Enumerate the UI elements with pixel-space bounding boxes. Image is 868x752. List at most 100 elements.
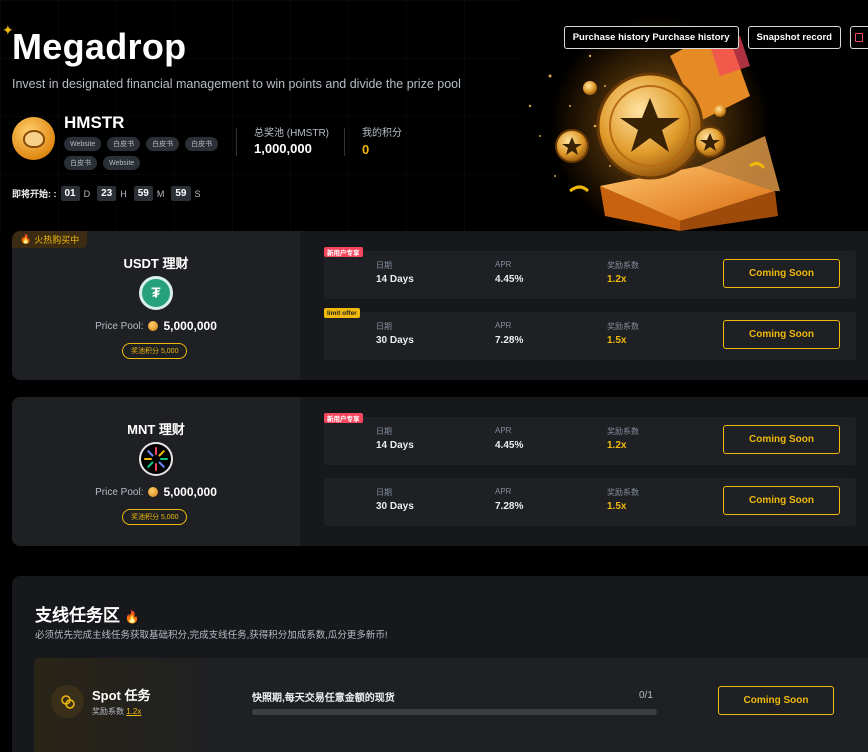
- countdown-minutes: 59: [133, 186, 153, 201]
- website-link[interactable]: Website: [64, 137, 102, 151]
- apr-value: 7.28%: [495, 335, 524, 346]
- token-name: HMSTR: [64, 113, 125, 132]
- limit-offer-ribbon: limit offer: [324, 308, 360, 318]
- page-title: Megadrop: [12, 26, 187, 67]
- multiplier-label: 奖励系数: [607, 322, 639, 331]
- apr-label: APR: [495, 321, 512, 330]
- header-actions: Purchase history Purchase history Snapsh…: [563, 26, 868, 49]
- date-value: 14 Days: [376, 440, 414, 451]
- date-label: 日期: [376, 488, 392, 497]
- multiplier-value: 1.2x: [607, 440, 627, 451]
- task-multiplier: 奖励系数 1.2x: [92, 706, 141, 717]
- whitepaper-link[interactable]: 白皮书: [107, 137, 141, 151]
- my-points-value: 0: [362, 142, 370, 157]
- new-user-ribbon: 新用户专享: [324, 413, 363, 423]
- date-label: 日期: [376, 322, 392, 331]
- hero-banner: ✦ Megadrop Invest in designated financia…: [0, 0, 868, 232]
- task-multiplier-value: 1.2x: [126, 707, 142, 716]
- date-label: 日期: [376, 261, 392, 270]
- date-label: 日期: [376, 427, 392, 436]
- countdown: 即将开始: : 01 D 23 H 59 M 59 S: [12, 186, 204, 201]
- divider: [344, 128, 345, 156]
- pool-title: MNT 理财: [127, 422, 185, 437]
- whitepaper-link[interactable]: 白皮书: [185, 137, 219, 151]
- coming-soon-button[interactable]: Coming Soon: [723, 259, 840, 288]
- my-points-label: 我的积分: [362, 128, 402, 139]
- whitepaper-link[interactable]: 白皮书: [146, 137, 180, 151]
- section-title: 支线任务区 🔥: [35, 601, 140, 626]
- coming-soon-button[interactable]: Coming Soon: [718, 686, 834, 715]
- apr-label: APR: [495, 426, 512, 435]
- pool-points-pill: 奖池积分 5,000: [122, 343, 188, 359]
- pool-card-mnt: MNT 理财 Price Pool: 5,000,000 奖池积分 5,000 …: [12, 397, 868, 546]
- whitepaper-link[interactable]: 白皮书: [64, 156, 97, 170]
- price-pool-label: Price Pool:: [95, 486, 144, 498]
- usdt-coin-icon: ₮: [139, 276, 173, 310]
- task-card-spot: Spot 任务 奖励系数 1.2x 快照期,每天交易任意金额的现货 0/1 Co…: [34, 658, 868, 752]
- price-pool: Price Pool: 5,000,000: [12, 485, 300, 499]
- date-value: 30 Days: [376, 501, 414, 512]
- apr-value: 7.28%: [495, 501, 524, 512]
- hot-sale-label: 火热购买中: [34, 235, 80, 245]
- snapshot-record-button[interactable]: Snapshot record: [747, 26, 841, 49]
- section-title-text: 支线任务区: [35, 606, 120, 625]
- task-progress-bar: [252, 709, 657, 715]
- task-progress-text: 0/1: [639, 690, 653, 701]
- spot-task-icon: [51, 685, 84, 718]
- hmstr-coin-icon: [148, 321, 159, 331]
- multiplier-value: 1.5x: [607, 501, 627, 512]
- product-row: limit offer 日期 30 Days APR 7.28% 奖励系数 1.…: [324, 308, 856, 360]
- hmstr-coin-icon: [148, 487, 159, 497]
- countdown-seconds: 59: [171, 186, 191, 201]
- side-task-section: 支线任务区 🔥 必须优先完成主线任务获取基础积分,完成支线任务,获得积分加成系数…: [12, 576, 868, 752]
- apr-label: APR: [495, 487, 512, 496]
- more-button[interactable]: [850, 26, 868, 49]
- hamster-icon: [22, 129, 45, 148]
- apr-label: APR: [495, 260, 512, 269]
- task-name: Spot 任务: [92, 688, 151, 703]
- countdown-seconds-unit: S: [194, 188, 201, 199]
- hot-sale-tag: 🔥 火热购买中: [12, 231, 88, 248]
- multiplier-value: 1.2x: [607, 274, 627, 285]
- token-links: Website 白皮书 白皮书 白皮书 白皮书 Website: [64, 137, 234, 170]
- document-icon: [855, 33, 863, 42]
- task-description: 快照期,每天交易任意金额的现货: [252, 693, 395, 704]
- coming-soon-button[interactable]: Coming Soon: [723, 425, 840, 454]
- product-row: 日期 30 Days APR 7.28% 奖励系数 1.5x Coming So…: [324, 478, 856, 526]
- product-row: 新用户专享 日期 14 Days APR 4.45% 奖励系数 1.2x Com…: [324, 247, 856, 299]
- apr-value: 4.45%: [495, 274, 524, 285]
- pool-summary: MNT 理财 Price Pool: 5,000,000 奖池积分 5,000: [12, 397, 300, 546]
- fire-icon: 🔥: [124, 610, 140, 624]
- price-pool-value: 5,000,000: [163, 319, 217, 333]
- countdown-days-unit: D: [83, 188, 91, 199]
- pool-summary: 🔥 火热购买中 USDT 理财 ₮ Price Pool: 5,000,000 奖…: [12, 231, 300, 380]
- prize-pool-label: 总奖池 (HMSTR): [254, 128, 329, 139]
- multiplier-label: 奖励系数: [607, 261, 639, 270]
- divider: [236, 128, 237, 156]
- multiplier-value: 1.5x: [607, 335, 627, 346]
- date-value: 14 Days: [376, 274, 414, 285]
- countdown-days: 01: [60, 186, 80, 201]
- page-subtitle: Invest in designated financial managemen…: [12, 77, 461, 91]
- task-multiplier-label: 奖励系数: [92, 707, 124, 716]
- task-summary: Spot 任务 奖励系数 1.2x: [34, 658, 222, 752]
- date-value: 30 Days: [376, 335, 414, 346]
- countdown-hours-unit: H: [120, 188, 127, 199]
- coming-soon-button[interactable]: Coming Soon: [723, 486, 840, 515]
- product-row: 新用户专享 日期 14 Days APR 4.45% 奖励系数 1.2x Com…: [324, 413, 856, 465]
- countdown-minutes-unit: M: [156, 188, 165, 199]
- pool-title: USDT 理财: [123, 256, 189, 271]
- fire-icon: 🔥: [20, 234, 32, 244]
- website-link[interactable]: Website: [103, 156, 141, 170]
- price-pool: Price Pool: 5,000,000: [12, 319, 300, 333]
- multiplier-label: 奖励系数: [607, 488, 639, 497]
- pool-points-pill: 奖池积分 5,000: [122, 509, 188, 525]
- mnt-coin-icon: [139, 442, 173, 476]
- pool-card-usdt: 🔥 火热购买中 USDT 理财 ₮ Price Pool: 5,000,000 奖…: [12, 231, 868, 380]
- purchase-history-button[interactable]: Purchase history Purchase history: [563, 26, 739, 49]
- prize-pool-value: 1,000,000: [254, 141, 312, 156]
- coming-soon-button[interactable]: Coming Soon: [723, 320, 840, 349]
- countdown-label: 即将开始: :: [12, 189, 57, 199]
- price-pool-label: Price Pool:: [95, 320, 144, 332]
- multiplier-label: 奖励系数: [607, 427, 639, 436]
